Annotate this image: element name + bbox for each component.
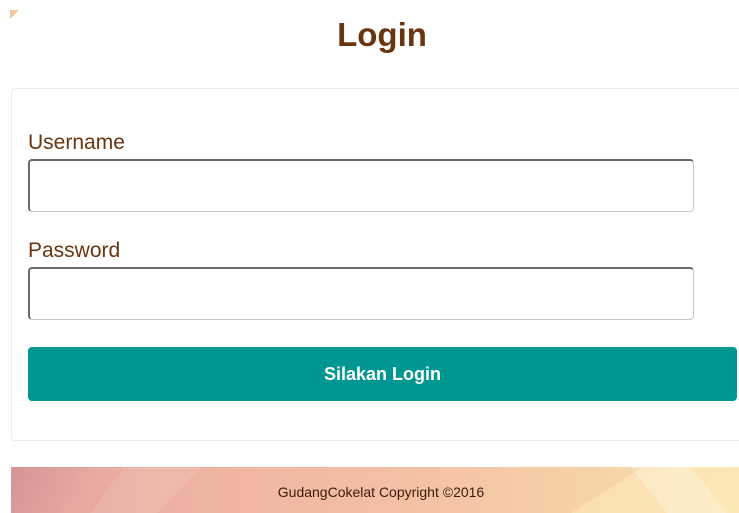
password-label: Password	[28, 239, 121, 262]
login-button[interactable]: Silakan Login	[28, 347, 737, 401]
username-label: Username	[28, 131, 125, 154]
footer: GudangCokelat Copyright ©2016	[11, 467, 739, 513]
username-input[interactable]	[28, 159, 694, 212]
footer-copyright: GudangCokelat Copyright ©2016	[277, 484, 485, 500]
password-input[interactable]	[28, 267, 694, 320]
login-page: Login Username Password Silakan Login Gu…	[0, 0, 739, 513]
page-title: Login	[337, 16, 427, 53]
